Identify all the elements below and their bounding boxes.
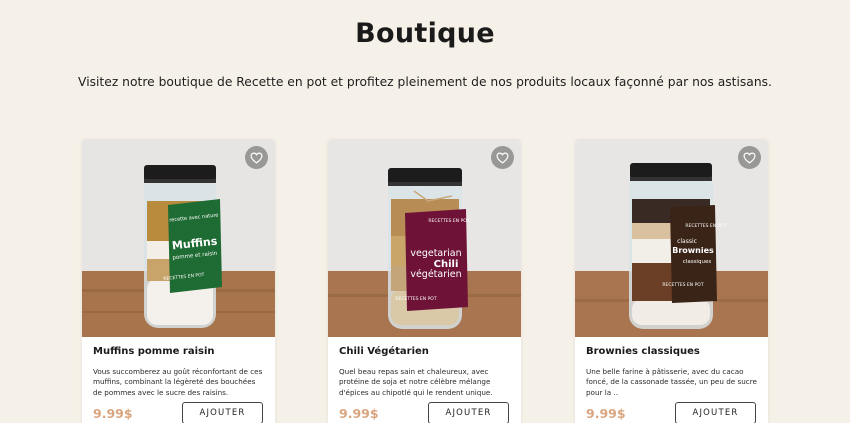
add-to-cart-button[interactable]: AJOUTER [428, 402, 509, 423]
favorite-button[interactable] [738, 146, 761, 169]
label-title-3: végétarien [410, 269, 461, 280]
label-title-1: classic [677, 238, 697, 245]
product-description: Une belle farine à pâtisserie, avec du c… [586, 367, 757, 397]
product-image[interactable]: recette avec nature Muffins pomme et rai… [82, 139, 275, 337]
favorite-button[interactable] [245, 146, 268, 169]
product-name[interactable]: Muffins pomme raisin [93, 346, 215, 357]
label-title-2: Brownies [672, 246, 714, 255]
label-title-1: vegetarian [410, 248, 461, 259]
product-name[interactable]: Chili Végétarien [339, 346, 429, 357]
product-price: 9.99$ [93, 406, 133, 421]
heart-outline-icon [743, 152, 756, 164]
product-description: Vous succomberez au goût réconfortant de… [93, 367, 263, 397]
product-image[interactable]: RECETTES EN POT classic Brownies classiq… [575, 139, 768, 337]
brownies-jar-illustration: RECETTES EN POT classic Brownies classiq… [575, 139, 768, 337]
product-price: 9.99$ [586, 406, 626, 421]
product-card[interactable]: recette avec nature Muffins pomme et rai… [82, 139, 275, 423]
product-name[interactable]: Brownies classiques [586, 346, 700, 357]
add-to-cart-button[interactable]: AJOUTER [675, 402, 756, 423]
intro-text: Visitez notre boutique de Recette en pot… [78, 75, 772, 89]
product-price: 9.99$ [339, 406, 379, 421]
label-brand-top: RECETTES EN POT [428, 218, 469, 224]
label-brand-bottom: RECETTES EN POT [662, 282, 703, 288]
product-card[interactable]: RECETTES EN POT classic Brownies classiq… [575, 139, 768, 423]
product-description: Quel beau repas sain et chaleureux, avec… [339, 367, 493, 397]
label-brand-bottom: RECETTES EN POT [395, 296, 436, 302]
heart-outline-icon [250, 152, 263, 164]
favorite-button[interactable] [491, 146, 514, 169]
chili-jar-illustration: RECETTES EN POT vegetarian Chili végétar… [328, 139, 521, 337]
muffins-jar-illustration: recette avec nature Muffins pomme et rai… [82, 139, 275, 337]
label-brand-top: RECETTES EN POT [685, 223, 726, 229]
label-title-3: classiques [683, 259, 712, 265]
product-card[interactable]: RECETTES EN POT vegetarian Chili végétar… [328, 139, 521, 423]
product-image[interactable]: RECETTES EN POT vegetarian Chili végétar… [328, 139, 521, 337]
heart-outline-icon [496, 152, 509, 164]
page-title: Boutique [355, 18, 495, 49]
add-to-cart-button[interactable]: AJOUTER [182, 402, 263, 423]
